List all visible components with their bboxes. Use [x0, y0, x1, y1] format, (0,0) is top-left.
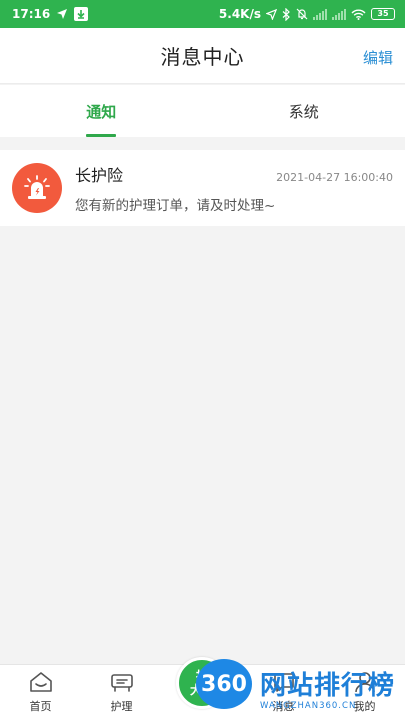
signal-icon: [313, 8, 327, 20]
network-speed: 5.4K/s: [218, 7, 261, 21]
navigation-icon: [56, 8, 68, 20]
care-icon: [110, 674, 133, 692]
nav-label: 我的: [353, 700, 376, 713]
nav-label: 首页: [29, 700, 52, 713]
nav-label: 消息: [272, 700, 295, 713]
tab-bar: 通知 系统: [0, 85, 405, 137]
message-icon: [273, 673, 294, 692]
message-body: 长护险 2021-04-27 16:00:40 您有新的护理订单，请及时处理~: [75, 162, 393, 214]
bottom-nav: 首页 护理 消息 我的 抢 大厅: [0, 657, 405, 720]
mute-bell-icon: [296, 8, 308, 20]
battery-icon: 35: [371, 8, 395, 20]
tab-system[interactable]: 系统: [203, 85, 405, 137]
user-icon: [354, 672, 375, 693]
nav-item-message[interactable]: 消息: [243, 665, 324, 720]
header: 消息中心 编辑: [0, 28, 405, 84]
wifi-icon: [351, 9, 366, 20]
edit-button[interactable]: 编辑: [363, 47, 393, 68]
tab-active-indicator: [86, 134, 117, 137]
tab-label: 通知: [86, 102, 117, 121]
message-time: 2021-04-27 16:00:40: [276, 171, 393, 184]
message-header: 长护险 2021-04-27 16:00:40: [75, 162, 393, 186]
nav-item-home[interactable]: 首页: [0, 665, 81, 720]
signal-icon-2: [332, 8, 346, 20]
bluetooth-icon: [282, 7, 291, 21]
nav-item-me[interactable]: 我的: [324, 665, 405, 720]
status-bar: 17:16 5.4K/s 35: [0, 0, 405, 28]
location-icon: [266, 8, 277, 20]
download-icon: [74, 7, 89, 21]
center-line2: 大厅: [189, 683, 214, 697]
tab-notifications[interactable]: 通知: [0, 85, 203, 137]
message-title: 长护险: [75, 166, 124, 185]
status-right: 5.4K/s 35: [219, 7, 395, 21]
nav-label: 护理: [110, 700, 133, 713]
status-left: 17:16: [12, 7, 89, 21]
tab-label: 系统: [288, 102, 319, 121]
nav-item-care[interactable]: 护理: [81, 665, 162, 720]
message-text: 您有新的护理订单，请及时处理~: [75, 198, 276, 214]
status-time: 17:16: [12, 7, 51, 21]
center-line1: 抢: [195, 669, 208, 683]
alarm-light-icon: [12, 163, 62, 213]
home-icon: [29, 672, 52, 692]
list-item[interactable]: 长护险 2021-04-27 16:00:40 您有新的护理订单，请及时处理~: [0, 150, 405, 226]
message-list: 长护险 2021-04-27 16:00:40 您有新的护理订单，请及时处理~: [0, 150, 405, 226]
grab-order-button[interactable]: 抢 大厅: [176, 657, 228, 709]
page-title: 消息中心: [160, 45, 245, 69]
